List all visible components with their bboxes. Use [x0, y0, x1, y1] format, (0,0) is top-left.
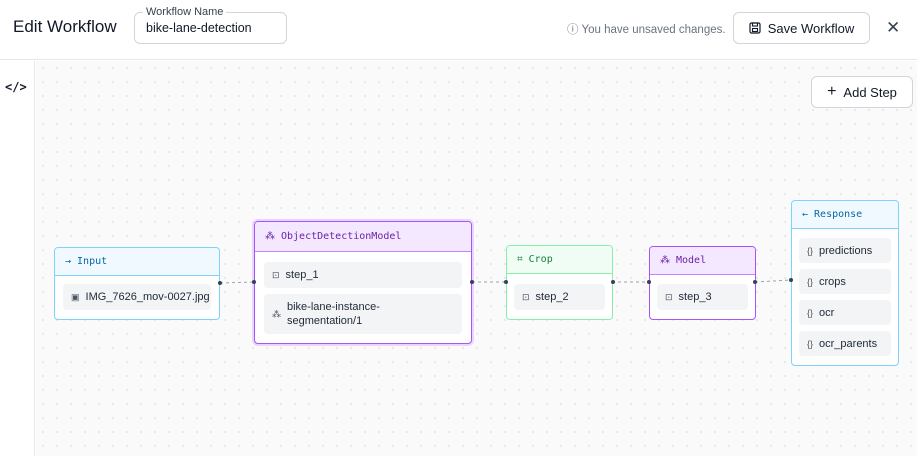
input-node-header: → Input — [55, 248, 219, 276]
output-chip: {} crops — [799, 269, 891, 294]
step-icon: ⊡ — [272, 269, 280, 280]
detection-input-port[interactable] — [252, 280, 256, 284]
detection-output-port[interactable] — [470, 280, 474, 284]
step-name: step_2 — [535, 291, 569, 303]
braces-icon: {} — [807, 245, 814, 256]
step-chip: ⊡ step_3 — [657, 284, 748, 310]
model-icon: ⁂ — [660, 255, 670, 266]
response-node-header: ← Response — [792, 201, 898, 229]
arrow-left-icon: ← — [802, 209, 809, 220]
model-node[interactable]: ⁂ Model ⊡ step_3 — [649, 246, 756, 320]
crop-node-header: ⌗ Crop — [507, 246, 612, 274]
step-name: step_1 — [285, 269, 319, 281]
crop-output-port[interactable] — [611, 280, 615, 284]
braces-icon: {} — [807, 276, 814, 287]
object-detection-node-title: ObjectDetectionModel — [281, 231, 402, 242]
model-node-header: ⁂ Model — [650, 247, 755, 275]
output-name: predictions — [819, 244, 873, 257]
model-input-port[interactable] — [647, 280, 651, 284]
input-node[interactable]: → Input ▣ IMG_7626_mov-0027.jpg — [54, 247, 220, 320]
step-chip: ⊡ step_1 — [264, 262, 462, 288]
output-name: ocr — [819, 306, 835, 319]
step-name: step_3 — [678, 291, 712, 303]
step-icon: ⊡ — [665, 291, 673, 302]
object-detection-node[interactable]: ⁂ ObjectDetectionModel ⊡ step_1 ⁂ bike-l… — [254, 221, 472, 344]
output-name: ocr_parents — [819, 337, 878, 350]
model-id-chip: ⁂ bike-lane-instance- segmentation/1 — [264, 294, 462, 334]
input-node-title: Input — [77, 256, 108, 267]
model-node-title: Model — [676, 255, 707, 266]
arrow-right-icon: → — [65, 256, 72, 267]
crop-icon: ⌗ — [517, 254, 523, 265]
output-chip: {} ocr_parents — [799, 331, 891, 356]
response-node-title: Response — [814, 209, 863, 220]
model-id-line-2: segmentation/1 — [287, 315, 363, 327]
model-icon: ⁂ — [265, 231, 275, 242]
crop-node-title: Crop — [528, 254, 553, 265]
response-input-port[interactable] — [789, 278, 793, 282]
output-chip: {} ocr — [799, 300, 891, 325]
output-name: crops — [819, 275, 846, 288]
model-icon: ⁂ — [272, 308, 281, 319]
input-image-chip: ▣ IMG_7626_mov-0027.jpg — [63, 284, 211, 310]
braces-icon: {} — [807, 338, 814, 349]
object-detection-node-header: ⁂ ObjectDetectionModel — [255, 222, 471, 252]
response-node[interactable]: ← Response {} predictions {} crops {} oc… — [791, 200, 899, 366]
output-chip: {} predictions — [799, 238, 891, 263]
model-id-line-1: bike-lane-instance- — [287, 301, 380, 313]
input-image-name: IMG_7626_mov-0027.jpg — [85, 291, 210, 303]
crop-node[interactable]: ⌗ Crop ⊡ step_2 — [506, 245, 613, 320]
braces-icon: {} — [807, 307, 814, 318]
input-output-port[interactable] — [218, 281, 222, 285]
image-icon: ▣ — [71, 291, 80, 302]
model-output-port[interactable] — [753, 280, 757, 284]
crop-input-port[interactable] — [504, 280, 508, 284]
step-icon: ⊡ — [522, 291, 530, 302]
step-chip: ⊡ step_2 — [514, 284, 605, 310]
